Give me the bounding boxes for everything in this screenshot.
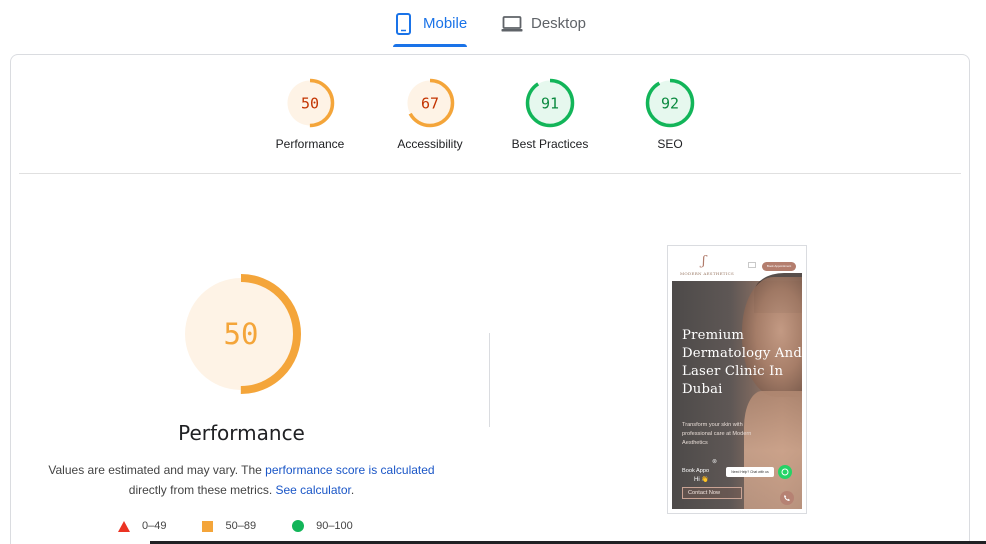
legend-average: 50–89 [202,520,256,532]
gauge-ring: 67 [405,78,455,128]
gauge-ring: 50 [285,78,335,128]
tab-mobile-label: Mobile [423,15,468,32]
gauge-score: 92 [661,95,679,113]
chat-bubble: Need Help? Chat with us [726,467,774,477]
legend-pass: 90–100 [292,520,353,532]
tab-mobile[interactable]: Mobile [393,12,467,48]
desc-suffix: . [350,483,355,497]
gauge-seo[interactable]: 92 SEO [610,78,730,151]
legend-range: 50–89 [225,520,257,532]
square-icon [202,520,214,532]
performance-score-large: 50 [224,317,259,351]
gauge-label: Accessibility [397,137,463,151]
gauge-score: 50 [301,95,319,113]
hero-image-neck [744,391,802,509]
phone-icon [393,12,415,36]
gauge-ring: 91 [525,78,575,128]
score-legend: 0–49 50–89 90–100 [118,517,389,535]
phone-call-icon [780,491,794,505]
gauge-ring: 92 [645,78,695,128]
hero-subtitle: Transform your skin with professional ca… [682,422,752,446]
see-calculator-link[interactable]: See calculator [275,483,350,497]
hi-text: Hi 👋 [694,477,709,483]
gauge-performance[interactable]: 50 Performance [250,78,370,151]
gauge-score: 67 [421,95,439,113]
desc-text: Values are estimated and may vary. The [48,463,266,477]
legend-range: 0–49 [142,520,167,532]
site-brand: MODERN AESTHETICS [680,271,735,276]
gauge-score: 91 [541,95,559,113]
circle-icon [292,520,305,532]
site-book-button: Book Appointment [762,262,796,271]
final-screenshot[interactable]: ʃ MODERN AESTHETICS Book Appointment Pre… [667,245,807,514]
close-icon: ⊗ [712,459,718,465]
tab-desktop-label: Desktop [531,15,587,32]
vertical-divider [489,333,490,427]
legend-range: 90–100 [316,520,353,532]
whatsapp-icon [778,465,792,479]
desc-text-2: directly from these metrics. [128,483,276,497]
section-divider [19,173,961,174]
site-logo: ʃ MODERN AESTHETICS [680,254,736,278]
triangle-icon [118,520,130,532]
hero-book-text: Book Appo [682,468,710,474]
site-hero: Premium Dermatology And Laser Clinic In … [672,273,802,509]
gauge-label: Performance [275,137,345,151]
laptop-icon [501,12,523,36]
hero-contact-button: Contact Now [682,487,742,499]
gauge-accessibility[interactable]: 67 Accessibility [370,78,490,151]
hamburger-menu-icon [748,262,756,268]
active-tab-indicator [393,44,467,47]
hero-title: Premium Dermatology And Laser Clinic In … [682,328,802,397]
device-tabs: Mobile Desktop [0,0,986,50]
gauge-best-practices[interactable]: 91 Best Practices [490,78,610,151]
performance-score-link[interactable]: performance score is calculated [265,463,434,477]
performance-description: Values are estimated and may vary. The p… [0,460,483,500]
legend-fail: 0–49 [118,520,166,532]
gauge-label: SEO [657,137,683,151]
gauge-label: Best Practices [511,137,589,151]
site-preview: ʃ MODERN AESTHETICS Book Appointment Pre… [672,250,802,509]
performance-gauge-large: 50 [180,273,302,395]
tab-desktop[interactable]: Desktop [501,12,593,48]
performance-title: Performance [178,421,305,445]
logo-monogram-icon: ʃ [702,254,706,269]
